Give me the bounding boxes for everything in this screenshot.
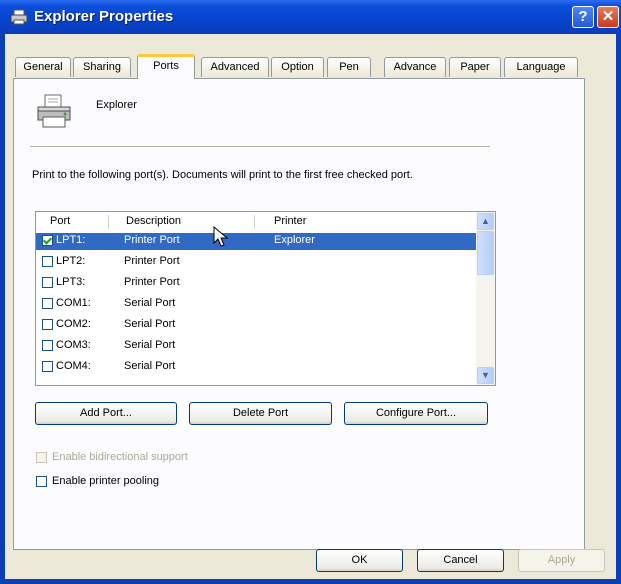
list-item[interactable]: LPT3: Printer Port <box>36 275 476 292</box>
port-name: COM2: <box>56 318 91 330</box>
tab-general[interactable]: General <box>15 57 71 77</box>
tab-strip: General Sharing Ports Advanced Option Pe… <box>13 54 613 79</box>
apply-button[interactable]: Apply <box>518 549 605 572</box>
port-checkbox[interactable] <box>42 277 53 288</box>
list-item[interactable]: COM2: Serial Port <box>36 317 476 334</box>
dialog-client-area: General Sharing Ports Advanced Option Pe… <box>5 34 616 579</box>
column-header-description[interactable]: Description <box>126 215 181 227</box>
column-header-printer[interactable]: Printer <box>274 215 306 227</box>
tab-language[interactable]: Language <box>504 57 578 77</box>
port-checkbox[interactable] <box>42 319 53 330</box>
port-description: Printer Port <box>124 255 180 267</box>
tab-pen[interactable]: Pen <box>327 57 371 77</box>
tab-paper[interactable]: Paper <box>449 57 501 77</box>
tab-advance[interactable]: Advance <box>384 57 446 77</box>
ports-description: Print to the following port(s). Document… <box>32 169 413 181</box>
vertical-scrollbar[interactable]: ▲ ▼ <box>476 212 495 385</box>
column-header-port[interactable]: Port <box>50 215 70 227</box>
divider <box>30 146 490 147</box>
port-description: Serial Port <box>124 297 176 309</box>
add-port-button[interactable]: Add Port... <box>35 402 177 425</box>
tab-sharing[interactable]: Sharing <box>73 57 131 77</box>
properties-window: Explorer Properties ? ✕ General Sharing … <box>0 0 621 584</box>
port-checkbox[interactable] <box>42 256 53 267</box>
port-name: LPT3: <box>56 276 86 288</box>
tab-ports[interactable]: Ports <box>137 54 195 79</box>
printer-name: Explorer <box>96 99 137 111</box>
port-description: Printer Port <box>124 276 180 288</box>
configure-port-button[interactable]: Configure Port... <box>344 402 488 425</box>
checkbox-box[interactable] <box>36 451 47 463</box>
list-item[interactable]: LPT2: Printer Port <box>36 254 476 271</box>
scroll-up-icon[interactable]: ▲ <box>477 213 494 230</box>
list-header: Port Description Printer <box>36 212 476 232</box>
port-description: Serial Port <box>124 318 176 330</box>
delete-port-button[interactable]: Delete Port <box>189 402 332 425</box>
pooling-label: Enable printer pooling <box>52 475 160 487</box>
port-name: LPT1: <box>56 234 86 246</box>
checkbox-box[interactable] <box>36 475 47 487</box>
list-item[interactable]: COM4: Serial Port <box>36 359 476 376</box>
printer-pooling-checkbox[interactable]: Enable printer pooling <box>36 475 159 487</box>
ok-button[interactable]: OK <box>316 549 403 572</box>
port-name: COM3: <box>56 339 91 351</box>
tab-option[interactable]: Option <box>271 57 324 77</box>
column-divider[interactable] <box>254 215 255 229</box>
port-name: COM1: <box>56 297 91 309</box>
printer-icon <box>10 9 28 25</box>
port-printer: Explorer <box>274 234 315 246</box>
port-checkbox[interactable] <box>42 340 53 351</box>
cancel-button[interactable]: Cancel <box>417 549 504 572</box>
printer-icon <box>37 94 71 128</box>
bidirectional-label: Enable bidirectional support <box>52 451 188 463</box>
port-name: LPT2: <box>56 255 86 267</box>
column-divider[interactable] <box>108 215 109 229</box>
tab-advanced[interactable]: Advanced <box>201 57 269 77</box>
mouse-pointer-icon <box>213 226 229 247</box>
help-button[interactable]: ? <box>572 6 594 28</box>
scroll-thumb[interactable] <box>477 231 494 275</box>
port-description: Serial Port <box>124 360 176 372</box>
title-bar[interactable]: Explorer Properties ? ✕ <box>0 0 621 34</box>
bidirectional-support-checkbox[interactable]: Enable bidirectional support <box>36 451 188 463</box>
port-checkbox[interactable] <box>42 235 53 246</box>
port-checkbox[interactable] <box>42 298 53 309</box>
window-title: Explorer Properties <box>34 8 174 25</box>
port-description: Serial Port <box>124 339 176 351</box>
port-name: COM4: <box>56 360 91 372</box>
ports-tab-panel: Explorer Print to the following port(s).… <box>13 78 585 550</box>
scroll-down-icon[interactable]: ▼ <box>477 367 494 384</box>
close-button[interactable]: ✕ <box>597 6 619 28</box>
list-item[interactable]: COM1: Serial Port <box>36 296 476 313</box>
port-description: Printer Port <box>124 234 180 246</box>
port-checkbox[interactable] <box>42 361 53 372</box>
list-item[interactable]: COM3: Serial Port <box>36 338 476 355</box>
ports-list[interactable]: Port Description Printer LPT1: Printer P… <box>35 211 496 386</box>
list-item[interactable]: LPT1: Printer Port Explorer <box>36 233 476 250</box>
